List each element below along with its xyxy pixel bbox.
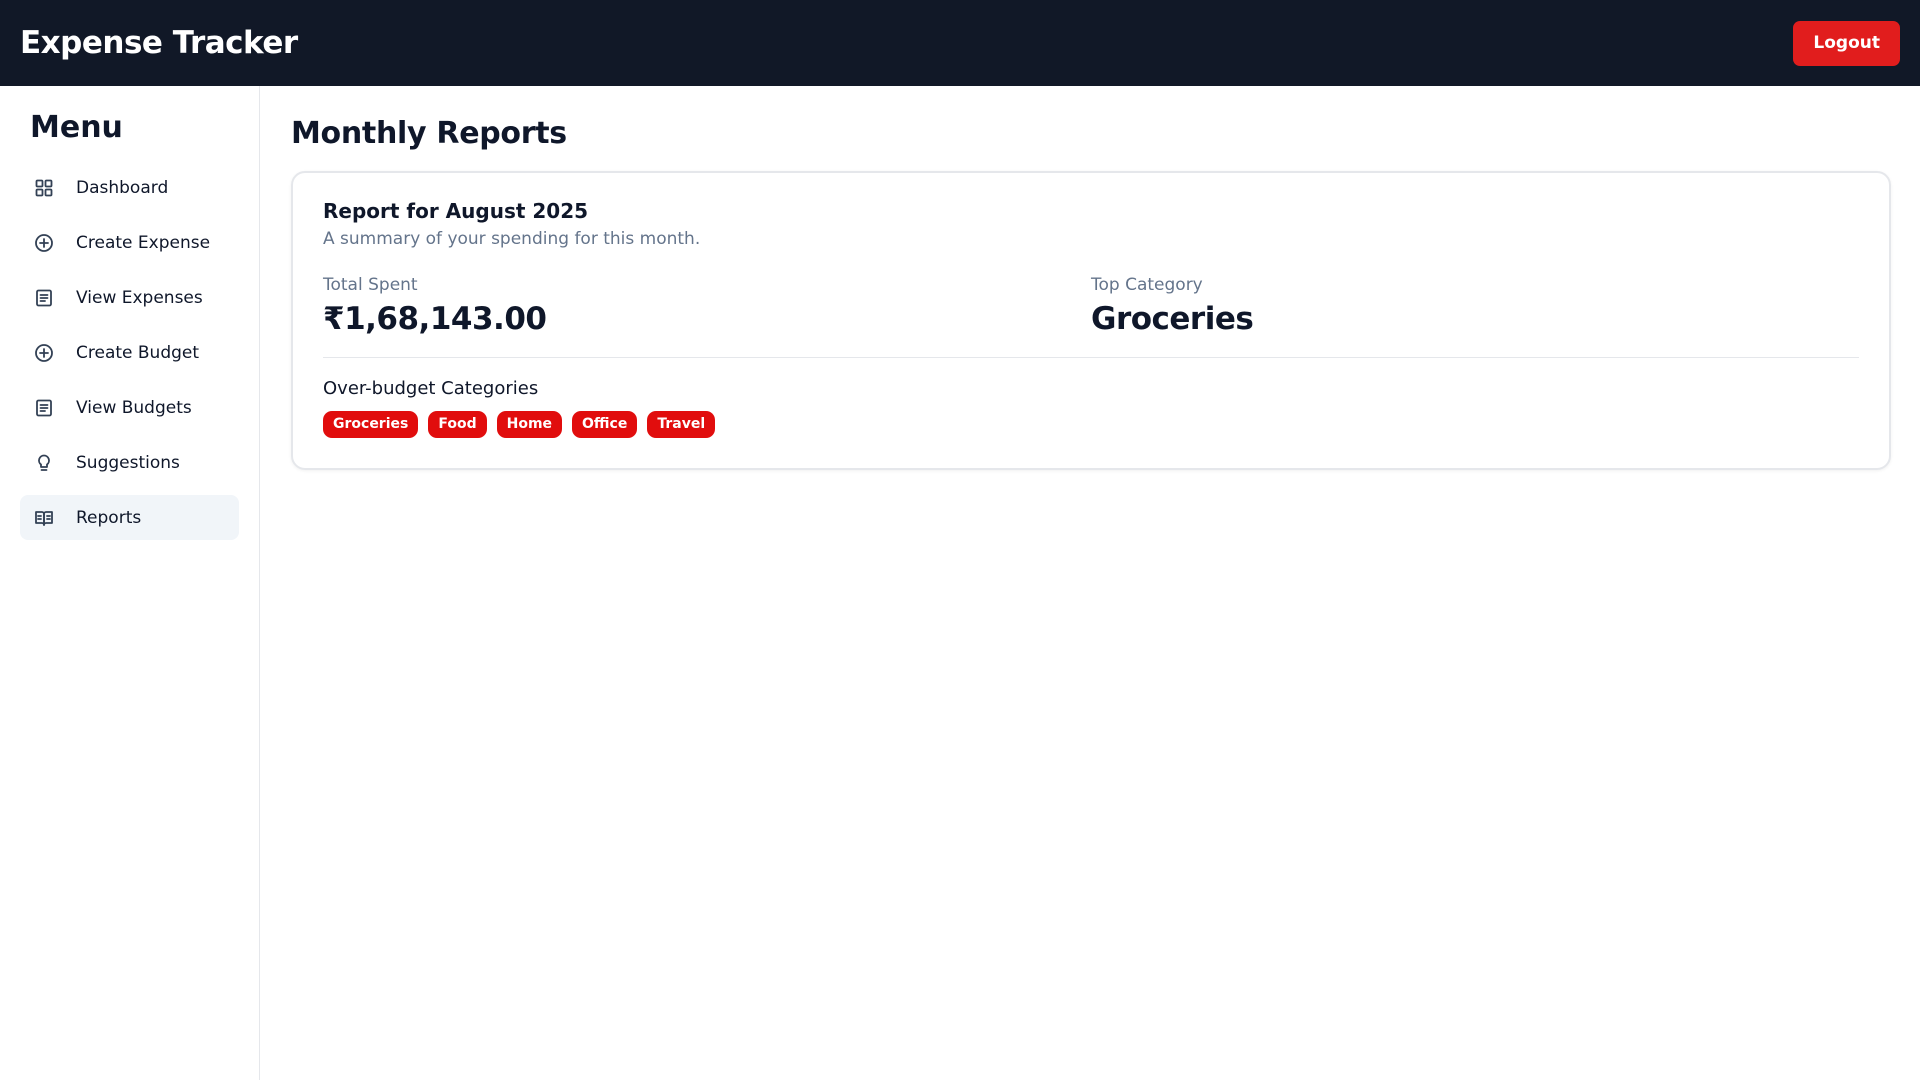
report-stats: Total Spent ₹1,68,143.00 Top Category Gr… (323, 275, 1859, 358)
report-card: Report for August 2025 A summary of your… (291, 171, 1891, 470)
dashboard-grid-icon (34, 178, 54, 198)
total-spent-value: ₹1,68,143.00 (323, 301, 547, 337)
category-badge: Office (572, 411, 638, 438)
sidebar-item-label: Suggestions (76, 452, 180, 473)
sidebar-item-label: Create Budget (76, 342, 200, 363)
category-badge: Home (496, 411, 563, 438)
sidebar-item-label: Create Expense (76, 232, 211, 253)
over-budget-title: Over-budget Categories (323, 378, 539, 399)
sidebar-item-view-expenses[interactable]: View Expenses (20, 275, 239, 320)
sidebar-item-label: Reports (76, 507, 142, 528)
menu-title: Menu (30, 110, 123, 145)
page-title: Monthly Reports (291, 116, 567, 151)
report-title: Report for August 2025 (323, 199, 589, 223)
sidebar-item-label: View Budgets (76, 397, 192, 418)
app-title: Expense Tracker (20, 25, 298, 61)
sidebar-item-create-budget[interactable]: Create Budget (20, 330, 239, 375)
sidebar-item-suggestions[interactable]: Suggestions (20, 440, 239, 485)
plus-circle-icon (34, 233, 54, 253)
category-badge: Food (428, 411, 487, 438)
sidebar-item-label: View Expenses (76, 287, 203, 308)
list-doc-icon (34, 288, 54, 308)
report-subtitle: A summary of your spending for this mont… (323, 229, 701, 249)
sidebar-item-label: Dashboard (76, 177, 169, 198)
total-spent-label: Total Spent (323, 275, 418, 295)
sidebar-item-create-expense[interactable]: Create Expense (20, 220, 239, 265)
total-spent-stat: Total Spent ₹1,68,143.00 (323, 275, 1091, 337)
logout-button[interactable]: Logout (1793, 20, 1900, 66)
list-doc-icon (34, 398, 54, 418)
sidebar-item-dashboard[interactable]: Dashboard (20, 165, 239, 210)
sidebar: Menu Dashboard Create Expense View Expen… (0, 86, 260, 1080)
main-content: Monthly Reports Report for August 2025 A… (261, 86, 1920, 1080)
top-category-stat: Top Category Groceries (1091, 275, 1859, 337)
top-category-value: Groceries (1091, 301, 1254, 337)
category-badge: Travel (647, 411, 716, 438)
top-category-label: Top Category (1091, 275, 1203, 295)
sidebar-item-view-budgets[interactable]: View Budgets (20, 385, 239, 430)
top-navbar: Expense Tracker Logout (0, 0, 1920, 86)
over-budget-tags: Groceries Food Home Office Travel (323, 411, 1859, 438)
open-book-icon (34, 508, 54, 528)
category-badge: Groceries (323, 411, 419, 438)
sidebar-item-reports[interactable]: Reports (20, 495, 239, 540)
plus-circle-icon (34, 343, 54, 363)
lightbulb-icon (34, 453, 54, 473)
